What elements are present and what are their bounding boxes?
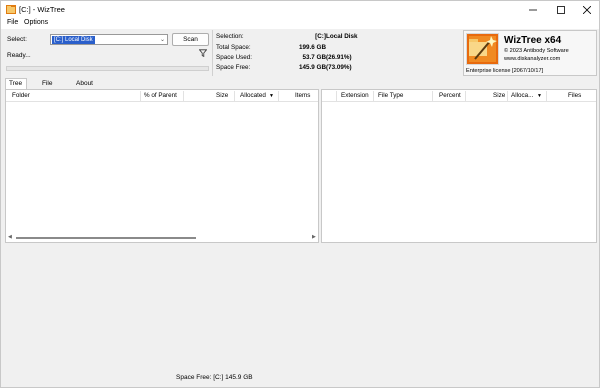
column-folder[interactable]: Folder — [12, 92, 30, 99]
column-extension[interactable]: Extension — [341, 92, 369, 99]
space-free-percent: (73.09%) — [326, 64, 352, 71]
product-title: WizTree x64 — [504, 35, 562, 46]
tab-about[interactable]: About — [72, 78, 97, 89]
maximize-button[interactable] — [547, 1, 575, 18]
wiztree-app-icon — [6, 5, 16, 14]
drive-select-panel: Select: [C:] Local Disk ⌄ Scan Ready... — [3, 30, 209, 76]
website-link[interactable]: www.diskanalyzer.com — [504, 56, 560, 62]
status-bar: Space Free: [C:] 145.9 GB — [1, 371, 599, 385]
menu-bar: File Options — [1, 18, 599, 29]
column-size[interactable]: Size — [216, 92, 228, 99]
window-title: [C:] - WizTree — [19, 5, 65, 14]
maximize-icon — [557, 5, 565, 14]
total-space-label: Total Space: — [216, 44, 251, 51]
column-percent-of-parent[interactable]: % of Parent — [144, 92, 177, 99]
scroll-right-icon[interactable]: ▶ — [312, 234, 316, 240]
scan-progress-bar — [6, 66, 209, 71]
sort-down-icon: ▼ — [269, 93, 274, 99]
column-size[interactable]: Size — [493, 92, 505, 99]
space-used-label: Space Used: — [216, 54, 253, 61]
space-free-value: 145.9 GB — [299, 64, 326, 71]
status-bar-text: Space Free: [C:] 145.9 GB — [176, 374, 253, 381]
column-allocated[interactable]: Allocated — [240, 92, 266, 99]
license-text: Enterprise license [2067/10/17] — [466, 68, 544, 74]
file-type-pane[interactable]: Extension File Type Percent Size Alloca.… — [321, 89, 597, 243]
tree-view-pane[interactable]: Folder % of Parent Size Allocated ▼ Item… — [5, 89, 319, 243]
tab-file-view[interactable]: File View — [38, 78, 60, 97]
column-allocated[interactable]: Alloca... — [511, 92, 533, 99]
toolbar: Select: [C:] Local Disk ⌄ Scan Ready... … — [3, 30, 597, 76]
menu-options[interactable]: Options — [24, 19, 48, 26]
close-button[interactable] — [573, 1, 600, 18]
total-space-value: 199.6 GB — [299, 44, 326, 51]
sort-down-icon: ▼ — [537, 93, 542, 99]
tab-tree-view[interactable]: Tree View — [5, 78, 27, 97]
scrollbar-thumb[interactable] — [16, 237, 196, 239]
tree-column-header: Folder % of Parent Size Allocated ▼ Item… — [6, 90, 318, 102]
drive-dropdown-value: [C:] Local Disk — [52, 36, 95, 44]
space-free-row: Space Free: 145.9 GB (73.09%) — [216, 64, 460, 73]
wiztree-window: [C:] - WizTree File Options Select: [C:]… — [0, 0, 600, 388]
selection-drive: [C:] — [315, 33, 326, 40]
disk-stats-panel: Selection: [C:] Local Disk Total Space: … — [212, 30, 460, 76]
minimize-icon — [529, 9, 537, 10]
space-used-percent: (26.91%) — [326, 54, 352, 61]
filter-icon[interactable] — [199, 49, 207, 57]
scan-button[interactable]: Scan — [172, 33, 209, 46]
drive-dropdown[interactable]: [C:] Local Disk ⌄ — [50, 34, 168, 45]
column-percent[interactable]: Percent — [439, 92, 461, 99]
about-logo-panel[interactable]: WizTree x64 © 2023 Antibody Software www… — [463, 30, 597, 76]
space-free-label: Space Free: — [216, 64, 251, 71]
status-text: Ready... — [7, 52, 31, 59]
column-file-type[interactable]: File Type — [378, 92, 403, 99]
file-type-column-header: Extension File Type Percent Size Alloca.… — [322, 90, 596, 102]
column-files[interactable]: Files — [568, 92, 581, 99]
wiztree-logo-icon — [466, 33, 499, 65]
column-items[interactable]: Items — [295, 92, 310, 99]
total-space-row: Total Space: 199.6 GB — [216, 44, 460, 53]
copyright-text: © 2023 Antibody Software — [504, 48, 569, 54]
scroll-left-icon[interactable]: ◀ — [8, 234, 12, 240]
title-bar: [C:] - WizTree — [1, 1, 599, 18]
close-icon — [583, 5, 591, 14]
select-label: Select: — [7, 36, 27, 43]
space-used-row: Space Used: 53.7 GB (26.91%) — [216, 54, 460, 63]
menu-file[interactable]: File — [7, 19, 18, 26]
selection-row: Selection: [C:] Local Disk — [216, 33, 460, 42]
horizontal-scrollbar[interactable]: ◀ ▶ — [8, 234, 319, 240]
space-used-value: 53.7 GB — [302, 54, 326, 61]
selection-label: Selection: — [216, 33, 244, 40]
chevron-down-icon: ⌄ — [159, 37, 165, 43]
minimize-button[interactable] — [519, 1, 547, 18]
selection-name: Local Disk — [326, 33, 358, 40]
